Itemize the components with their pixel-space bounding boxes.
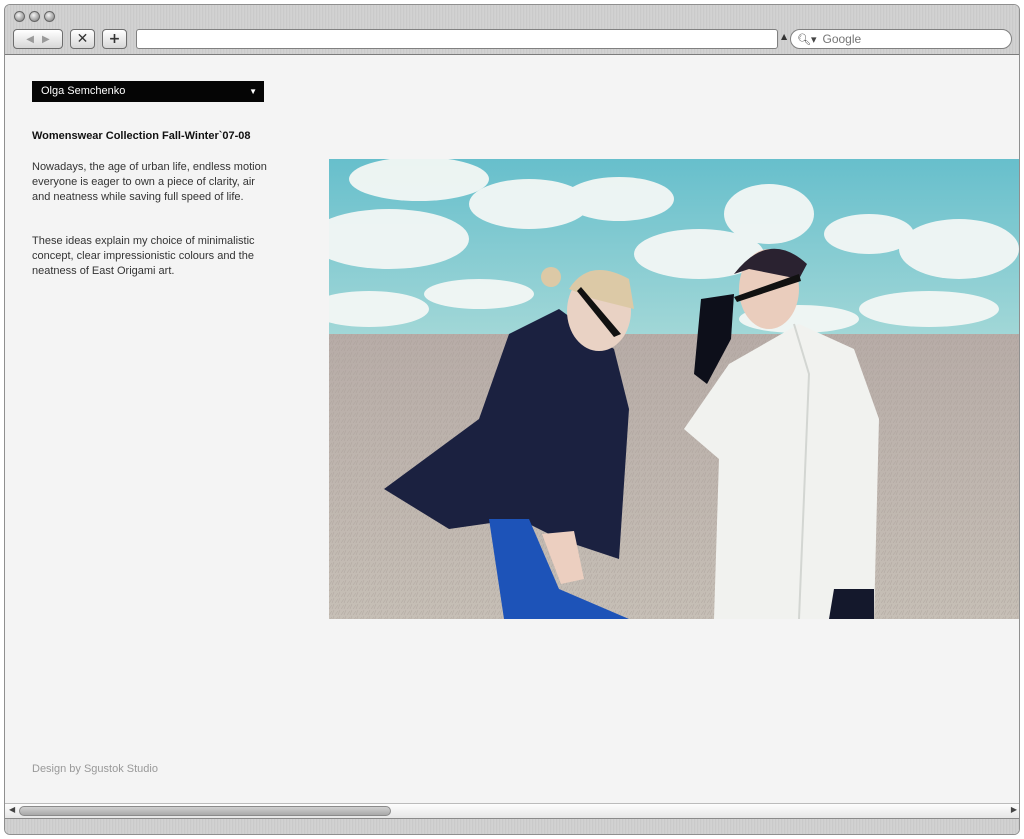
collection-photo bbox=[329, 159, 1019, 619]
search-input[interactable] bbox=[820, 31, 995, 47]
stop-button[interactable]: ✕ bbox=[70, 29, 95, 49]
description-paragraph-1: Nowadays, the age of urban life, endless… bbox=[32, 161, 267, 203]
page-content: Olga Semchenko ▼ Womenswear Collection F… bbox=[5, 55, 1019, 803]
scrollbar-thumb[interactable] bbox=[19, 806, 391, 816]
horizontal-scrollbar[interactable]: ◀ ▶ bbox=[5, 803, 1019, 818]
browser-window: ◀ ▶ ✕ + ▲ 🔍︎▾ Olga Semchenko ▼ Womenswea… bbox=[4, 4, 1020, 835]
window-bottom-bar bbox=[5, 818, 1019, 834]
search-icon[interactable]: 🔍︎▾ bbox=[797, 33, 817, 46]
chevron-down-icon: ▼ bbox=[249, 87, 257, 96]
designer-select-label: Olga Semchenko bbox=[41, 85, 126, 97]
browser-toolbar: ◀ ▶ ✕ + ▲ 🔍︎▾ bbox=[5, 5, 1019, 55]
minimize-window-button[interactable] bbox=[29, 11, 40, 22]
window-controls bbox=[14, 11, 55, 22]
close-window-button[interactable] bbox=[14, 11, 25, 22]
back-forward-buttons[interactable]: ◀ ▶ bbox=[13, 29, 63, 49]
address-caret-icon: ▲ bbox=[781, 32, 788, 41]
designer-select[interactable]: Olga Semchenko ▼ bbox=[32, 81, 264, 102]
forward-arrow-icon[interactable]: ▶ bbox=[42, 34, 50, 45]
zoom-window-button[interactable] bbox=[44, 11, 55, 22]
search-field[interactable]: 🔍︎▾ bbox=[790, 29, 1012, 49]
collection-title: Womenswear Collection Fall-Winter`07-08 bbox=[32, 130, 251, 142]
add-bookmark-button[interactable]: + bbox=[102, 29, 127, 49]
scroll-right-icon[interactable]: ▶ bbox=[1011, 805, 1017, 814]
address-bar[interactable] bbox=[136, 29, 778, 49]
description-paragraph-2: These ideas explain my choice of minimal… bbox=[32, 235, 255, 277]
footer-credit[interactable]: Design by Sgustok Studio bbox=[32, 763, 158, 775]
back-arrow-icon[interactable]: ◀ bbox=[26, 34, 34, 45]
scroll-left-icon[interactable]: ◀ bbox=[9, 805, 15, 814]
